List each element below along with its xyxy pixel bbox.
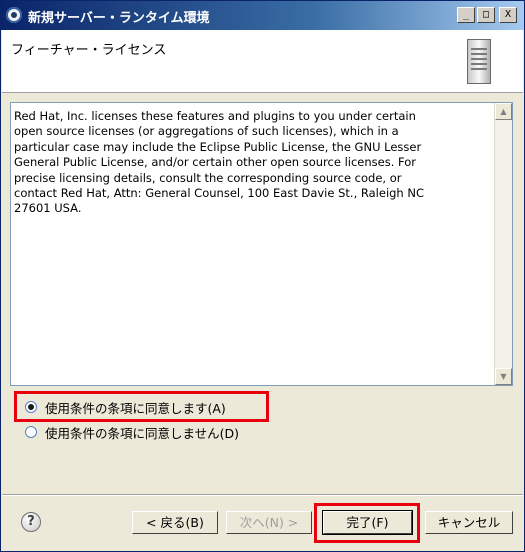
server-icon [467, 39, 491, 84]
window-title: 新規サーバー・ランタイム環境 [28, 11, 210, 26]
footer-separator [2, 494, 523, 496]
wizard-banner: フィーチャー・ライセンス [2, 30, 523, 93]
decline-radio-label: 使用条件の条項に同意しません(D) [45, 425, 240, 441]
next-button[interactable]: 次へ(N) > [226, 511, 312, 534]
decline-radio-option[interactable]: 使用条件の条項に同意しません(D) [25, 423, 239, 441]
decline-radio[interactable] [25, 426, 37, 438]
page-title: フィーチャー・ライセンス [11, 43, 167, 58]
vertical-scrollbar[interactable]: ▲ ▼ [494, 103, 512, 385]
eclipse-icon [6, 7, 22, 23]
help-icon[interactable]: ? [21, 512, 41, 532]
accept-highlight-box [14, 391, 269, 422]
cancel-button[interactable]: キャンセル [425, 511, 513, 534]
maximize-button[interactable]: □ [477, 7, 495, 23]
dialog-window: 新規サーバー・ランタイム環境 _ □ X フィーチャー・ライセンス Red Ha… [0, 0, 525, 552]
finish-highlight-box [314, 503, 420, 543]
back-button[interactable]: < 戻る(B) [132, 511, 218, 534]
title-bar[interactable]: 新規サーバー・ランタイム環境 _ □ X [1, 1, 524, 30]
close-button[interactable]: X [499, 7, 517, 23]
license-text-area[interactable]: Red Hat, Inc. licenses these features an… [10, 102, 513, 386]
license-text: Red Hat, Inc. licenses these features an… [14, 109, 425, 216]
minimize-button[interactable]: _ [457, 7, 475, 23]
scroll-down-icon[interactable]: ▼ [495, 368, 512, 385]
scroll-up-icon[interactable]: ▲ [495, 103, 512, 120]
